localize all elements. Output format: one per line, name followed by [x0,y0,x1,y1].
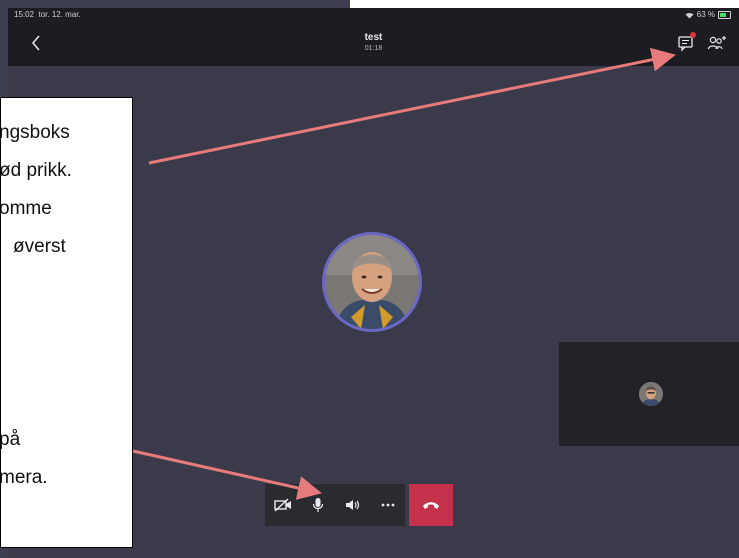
status-clock: 15:02 [14,10,35,19]
speaker-button[interactable] [335,484,370,526]
more-icon [381,503,394,507]
speaker-icon [345,500,359,510]
callout-line: ngsboks [0,122,70,143]
add-participants-icon[interactable] [707,34,727,52]
unread-dot [690,32,696,38]
call-title: test [364,32,383,43]
battery-percent: 63 % [696,10,715,19]
wifi-icon [685,12,694,18]
battery-icon [718,11,731,19]
self-view[interactable] [559,342,739,446]
camera-off-icon [273,498,291,512]
more-options-button[interactable] [370,484,405,526]
call-controls [265,484,483,526]
callout-line: på [0,429,21,450]
status-date: tor. 12. mar. [38,10,81,19]
participant-photo [325,235,419,329]
callout-line: øverst [13,236,66,257]
self-photo [639,382,663,406]
status-bar: 15:02 tor. 12. mar. 63 % [8,8,739,22]
callout-line: mera. [0,467,48,488]
camera-toggle-button[interactable] [265,484,300,526]
status-right: 63 % [685,8,731,22]
microphone-icon [312,498,323,512]
callout-line: ød prikk. [0,160,72,181]
call-header: test 01:18 [8,22,739,66]
background-strip-top [0,0,350,8]
call-timer: 01:18 [364,45,383,52]
callout-line: omme [0,198,52,219]
self-avatar [639,382,663,406]
status-time: 15:02 tor. 12. mar. [14,8,81,22]
annotation-callout: ngsboks ød prikk. omme øverst på mera. [0,97,133,548]
participant-avatar[interactable] [322,232,422,332]
hang-up-icon [423,502,439,509]
hang-up-button[interactable] [409,484,453,526]
mute-button[interactable] [300,484,335,526]
